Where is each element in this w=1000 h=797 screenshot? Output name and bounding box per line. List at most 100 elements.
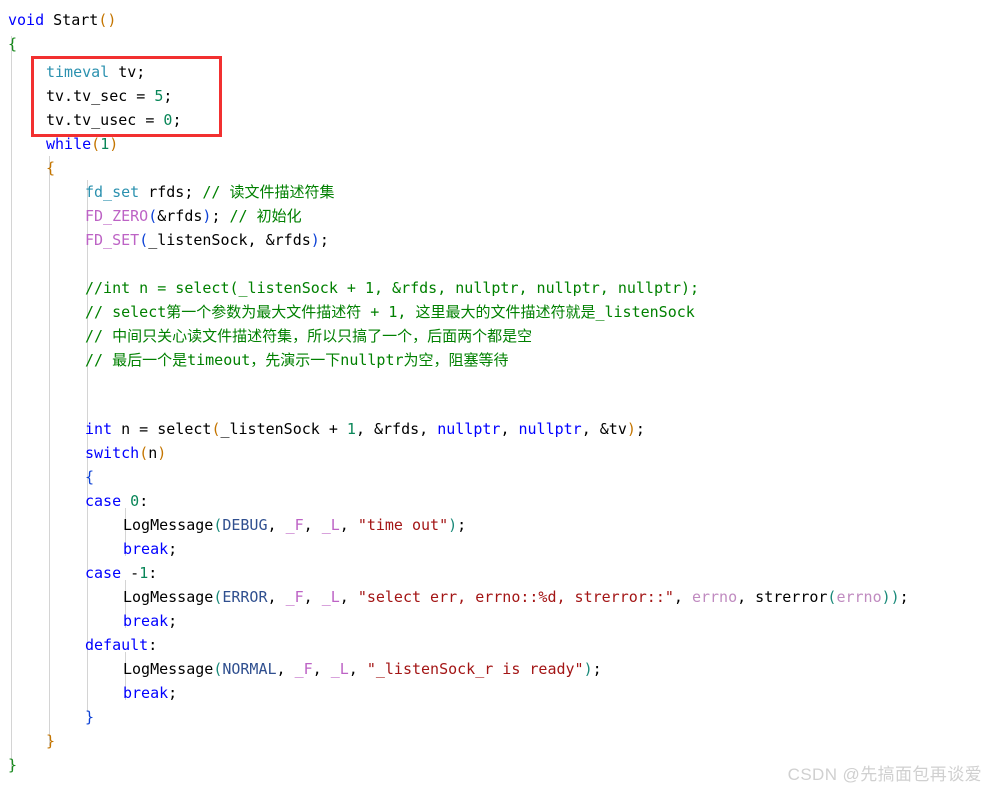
code-token: , bbox=[500, 420, 519, 438]
code-line[interactable]: while(1) bbox=[46, 132, 118, 156]
code-token: ( bbox=[213, 660, 223, 678]
indent-guide bbox=[11, 36, 12, 770]
code-token: Start bbox=[44, 11, 99, 29]
code-line[interactable]: timeval tv; bbox=[46, 60, 145, 84]
code-token: , bbox=[339, 516, 358, 534]
code-token: } bbox=[46, 732, 56, 750]
code-token: ( bbox=[139, 444, 149, 462]
code-token: // 中间只关心读文件描述符集，所以只搞了一个，后面两个都是空 bbox=[85, 327, 533, 345]
code-token: ) bbox=[109, 135, 119, 153]
code-token: case bbox=[85, 492, 122, 510]
code-token: ; bbox=[319, 231, 329, 249]
code-token: ERROR bbox=[222, 588, 268, 606]
code-line[interactable]: break; bbox=[123, 609, 177, 633]
code-line[interactable]: LogMessage(DEBUG, _F, _L, "time out"); bbox=[123, 513, 466, 537]
code-token: DEBUG bbox=[222, 516, 268, 534]
code-token: ) bbox=[310, 231, 320, 249]
code-token: "select err, errno::%d, strerror::" bbox=[357, 588, 674, 606]
code-editor-surface: void Start(){timeval tv; tv.tv_sec = 5; tv… bbox=[0, 0, 1000, 797]
code-token: nullptr bbox=[518, 420, 582, 438]
code-token: () bbox=[98, 11, 117, 29]
code-line[interactable]: FD_ZERO(&rfds); // 初始化 bbox=[85, 204, 302, 228]
code-line[interactable]: break; bbox=[123, 537, 177, 561]
code-token: ; bbox=[172, 111, 182, 129]
code-token: ( bbox=[213, 516, 223, 534]
code-token: 1 bbox=[346, 420, 356, 438]
code-token: _L bbox=[321, 516, 340, 534]
code-token: // 最后一个是timeout，先演示一下nullptr为空，阻塞等待 bbox=[85, 351, 509, 369]
code-line[interactable]: break; bbox=[123, 681, 177, 705]
code-token: // 初始化 bbox=[229, 207, 302, 225]
code-token: nullptr bbox=[437, 420, 501, 438]
code-line[interactable]: int n = select(_listenSock + 1, &rfds, n… bbox=[85, 417, 645, 441]
code-line[interactable]: switch(n) bbox=[85, 441, 166, 465]
code-token: _L bbox=[321, 588, 340, 606]
code-line[interactable]: // 中间只关心读文件描述符集，所以只搞了一个，后面两个都是空 bbox=[85, 324, 532, 348]
code-token: ; bbox=[211, 207, 230, 225]
code-line[interactable]: // 最后一个是timeout，先演示一下nullptr为空，阻塞等待 bbox=[85, 348, 509, 372]
code-line[interactable]: } bbox=[85, 705, 94, 729]
code-token: rfds; bbox=[139, 183, 203, 201]
code-token: 0 bbox=[130, 492, 140, 510]
code-token: } bbox=[85, 708, 95, 726]
code-token: , bbox=[276, 660, 295, 678]
code-token: while bbox=[46, 135, 92, 153]
code-token: timeval bbox=[46, 63, 110, 81]
code-token: tv; bbox=[109, 63, 146, 81]
code-line[interactable]: } bbox=[8, 753, 17, 777]
code-line[interactable]: void Start() bbox=[8, 8, 116, 32]
code-token: tv.tv_sec = bbox=[46, 87, 155, 105]
code-line[interactable]: //int n = select(_listenSock + 1, &rfds,… bbox=[85, 276, 699, 300]
code-token: _L bbox=[330, 660, 349, 678]
code-token: , bbox=[267, 516, 286, 534]
code-token: ) bbox=[890, 588, 900, 606]
code-token: void bbox=[8, 11, 45, 29]
code-line[interactable]: { bbox=[8, 32, 17, 56]
code-token: LogMessage bbox=[123, 516, 214, 534]
code-line[interactable]: tv.tv_sec = 5; bbox=[46, 84, 172, 108]
code-line[interactable]: case -1: bbox=[85, 561, 157, 585]
code-token: "_listenSock_r is ready" bbox=[366, 660, 584, 678]
code-token: ) bbox=[448, 516, 458, 534]
code-line[interactable]: // select第一个参数为最大文件描述符 + 1, 这里最大的文件描述符就是… bbox=[85, 300, 695, 324]
code-token: , bbox=[339, 588, 358, 606]
code-token: // select第一个参数为最大文件描述符 + 1, 这里最大的文件描述符就是… bbox=[85, 303, 695, 321]
code-token: ; bbox=[168, 540, 178, 558]
code-token: FD_SET bbox=[85, 231, 140, 249]
code-line[interactable]: tv.tv_usec = 0; bbox=[46, 108, 181, 132]
code-token: - bbox=[121, 564, 140, 582]
code-line[interactable]: FD_SET(_listenSock, &rfds); bbox=[85, 228, 329, 252]
code-line[interactable]: { bbox=[46, 156, 55, 180]
code-token: , bbox=[312, 660, 331, 678]
code-token: &rfds bbox=[157, 207, 203, 225]
code-token: //int n = select(_listenSock + 1, &rfds,… bbox=[85, 279, 700, 297]
code-token: , strerror bbox=[737, 588, 828, 606]
code-line[interactable]: default: bbox=[85, 633, 157, 657]
code-token: ( bbox=[91, 135, 101, 153]
code-line[interactable]: fd_set rfds; // 读文件描述符集 bbox=[85, 180, 335, 204]
indent-guide bbox=[49, 156, 50, 746]
code-token: int bbox=[85, 420, 113, 438]
code-token: ; bbox=[163, 87, 173, 105]
code-token: ) bbox=[881, 588, 891, 606]
code-token: _F bbox=[294, 660, 313, 678]
code-token: , bbox=[267, 588, 286, 606]
code-token: ( bbox=[148, 207, 158, 225]
code-line[interactable]: LogMessage(ERROR, _F, _L, "select err, e… bbox=[123, 585, 909, 609]
code-token: ) bbox=[157, 444, 167, 462]
code-token: ( bbox=[213, 588, 223, 606]
code-token: 1 bbox=[139, 564, 149, 582]
code-token: default bbox=[85, 636, 149, 654]
code-line[interactable]: case 0: bbox=[85, 489, 148, 513]
code-token: case bbox=[85, 564, 122, 582]
code-line[interactable]: { bbox=[85, 465, 94, 489]
code-line[interactable]: LogMessage(NORMAL, _F, _L, "_listenSock_… bbox=[123, 657, 602, 681]
code-token: tv.tv_usec = bbox=[46, 111, 164, 129]
code-token: : bbox=[148, 636, 158, 654]
code-token: _listenSock + bbox=[220, 420, 347, 438]
code-token: "time out" bbox=[357, 516, 449, 534]
code-line[interactable]: } bbox=[46, 729, 55, 753]
code-token: { bbox=[8, 35, 18, 53]
code-token: _F bbox=[285, 516, 304, 534]
